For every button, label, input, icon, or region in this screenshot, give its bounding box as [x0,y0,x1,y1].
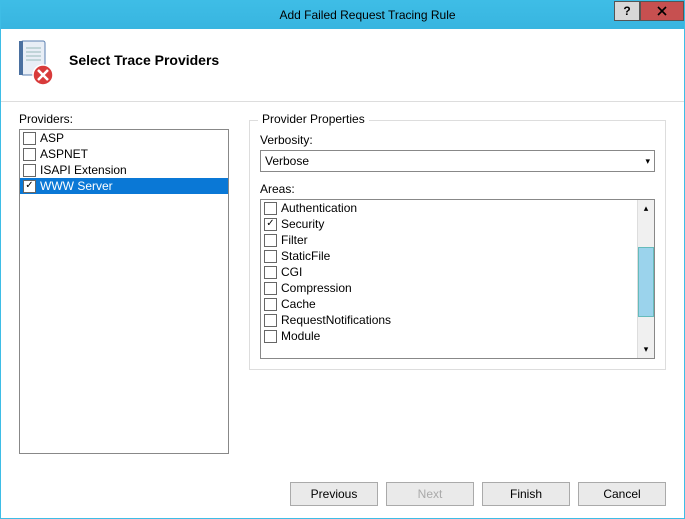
provider-item[interactable]: ✓ WWW Server [20,178,228,194]
area-item-label: CGI [281,265,302,279]
scroll-down-button[interactable]: ▾ [638,341,654,358]
page-title: Select Trace Providers [69,52,219,68]
previous-button[interactable]: Previous [290,482,378,506]
area-item-label: RequestNotifications [281,313,391,327]
finish-button[interactable]: Finish [482,482,570,506]
checkbox[interactable]: ✓ [264,218,277,231]
providers-panel: Providers: ASP ASPNET ISAPI Extension ✓ WWW … [19,112,229,454]
area-item-label: Authentication [281,201,357,215]
checkbox[interactable] [264,282,277,295]
wizard-window: Add Failed Request Tracing Rule ? Select… [0,0,685,519]
area-item-label: Filter [281,233,308,247]
checkbox[interactable] [23,132,36,145]
checkbox[interactable]: ✓ [23,180,36,193]
area-item[interactable]: Filter [261,232,637,248]
checkbox[interactable] [23,148,36,161]
verbosity-select[interactable]: Verbose ▾ [260,150,655,172]
area-item[interactable]: StaticFile [261,248,637,264]
provider-item[interactable]: ASP [20,130,228,146]
wizard-footer: Previous Next Finish Cancel [1,470,684,518]
window-title: Add Failed Request Tracing Rule [51,8,684,22]
next-button: Next [386,482,474,506]
area-item-label: Security [281,217,324,231]
verbosity-label: Verbosity: [260,133,655,147]
checkbox[interactable] [264,250,277,263]
provider-item-label: ISAPI Extension [40,163,127,177]
checkbox[interactable] [264,330,277,343]
content-area: Providers: ASP ASPNET ISAPI Extension ✓ WWW … [1,102,684,464]
area-item[interactable]: CGI [261,264,637,280]
checkbox[interactable] [264,234,277,247]
checkbox[interactable] [23,164,36,177]
provider-item[interactable]: ISAPI Extension [20,162,228,178]
titlebar-buttons: ? [614,1,684,21]
area-item[interactable]: RequestNotifications [261,312,637,328]
area-item-label: Compression [281,281,352,295]
close-button[interactable] [640,1,684,21]
wizard-header: Select Trace Providers [1,29,684,102]
areas-list: Authentication ✓ Security Filter StaticFile C… [261,200,637,358]
area-item-label: StaticFile [281,249,330,263]
verbosity-value: Verbose [265,154,309,168]
titlebar: Add Failed Request Tracing Rule ? [1,1,684,29]
providers-label: Providers: [19,112,229,126]
area-item[interactable]: ✓ Security [261,216,637,232]
close-icon [657,6,667,16]
cancel-button[interactable]: Cancel [578,482,666,506]
area-item[interactable]: Cache [261,296,637,312]
checkbox[interactable] [264,202,277,215]
scroll-track[interactable] [638,217,654,341]
area-item[interactable]: Compression [261,280,637,296]
provider-item-label: ASP [40,131,64,145]
area-item[interactable]: Authentication [261,200,637,216]
checkbox[interactable] [264,298,277,311]
area-item-label: Cache [281,297,316,311]
scroll-thumb[interactable] [638,247,654,317]
area-item-label: Module [281,329,320,343]
group-title: Provider Properties [258,112,369,126]
provider-properties-group: Provider Properties Verbosity: Verbose ▾… [249,120,666,370]
area-item[interactable]: Module [261,328,637,344]
provider-item-label: WWW Server [40,179,113,193]
provider-item[interactable]: ASPNET [20,146,228,162]
providers-listbox[interactable]: ASP ASPNET ISAPI Extension ✓ WWW Server [19,129,229,454]
areas-label: Areas: [260,182,655,196]
checkbox[interactable] [264,266,277,279]
help-button[interactable]: ? [614,1,640,21]
chevron-down-icon: ▾ [645,156,650,167]
vertical-scrollbar[interactable]: ▴ ▾ [637,200,654,358]
areas-listbox[interactable]: Authentication ✓ Security Filter StaticFile C… [260,199,655,359]
properties-panel: Provider Properties Verbosity: Verbose ▾… [249,112,666,454]
checkbox[interactable] [264,314,277,327]
wizard-icon [15,39,55,87]
provider-item-label: ASPNET [40,147,88,161]
scroll-up-button[interactable]: ▴ [638,200,654,217]
